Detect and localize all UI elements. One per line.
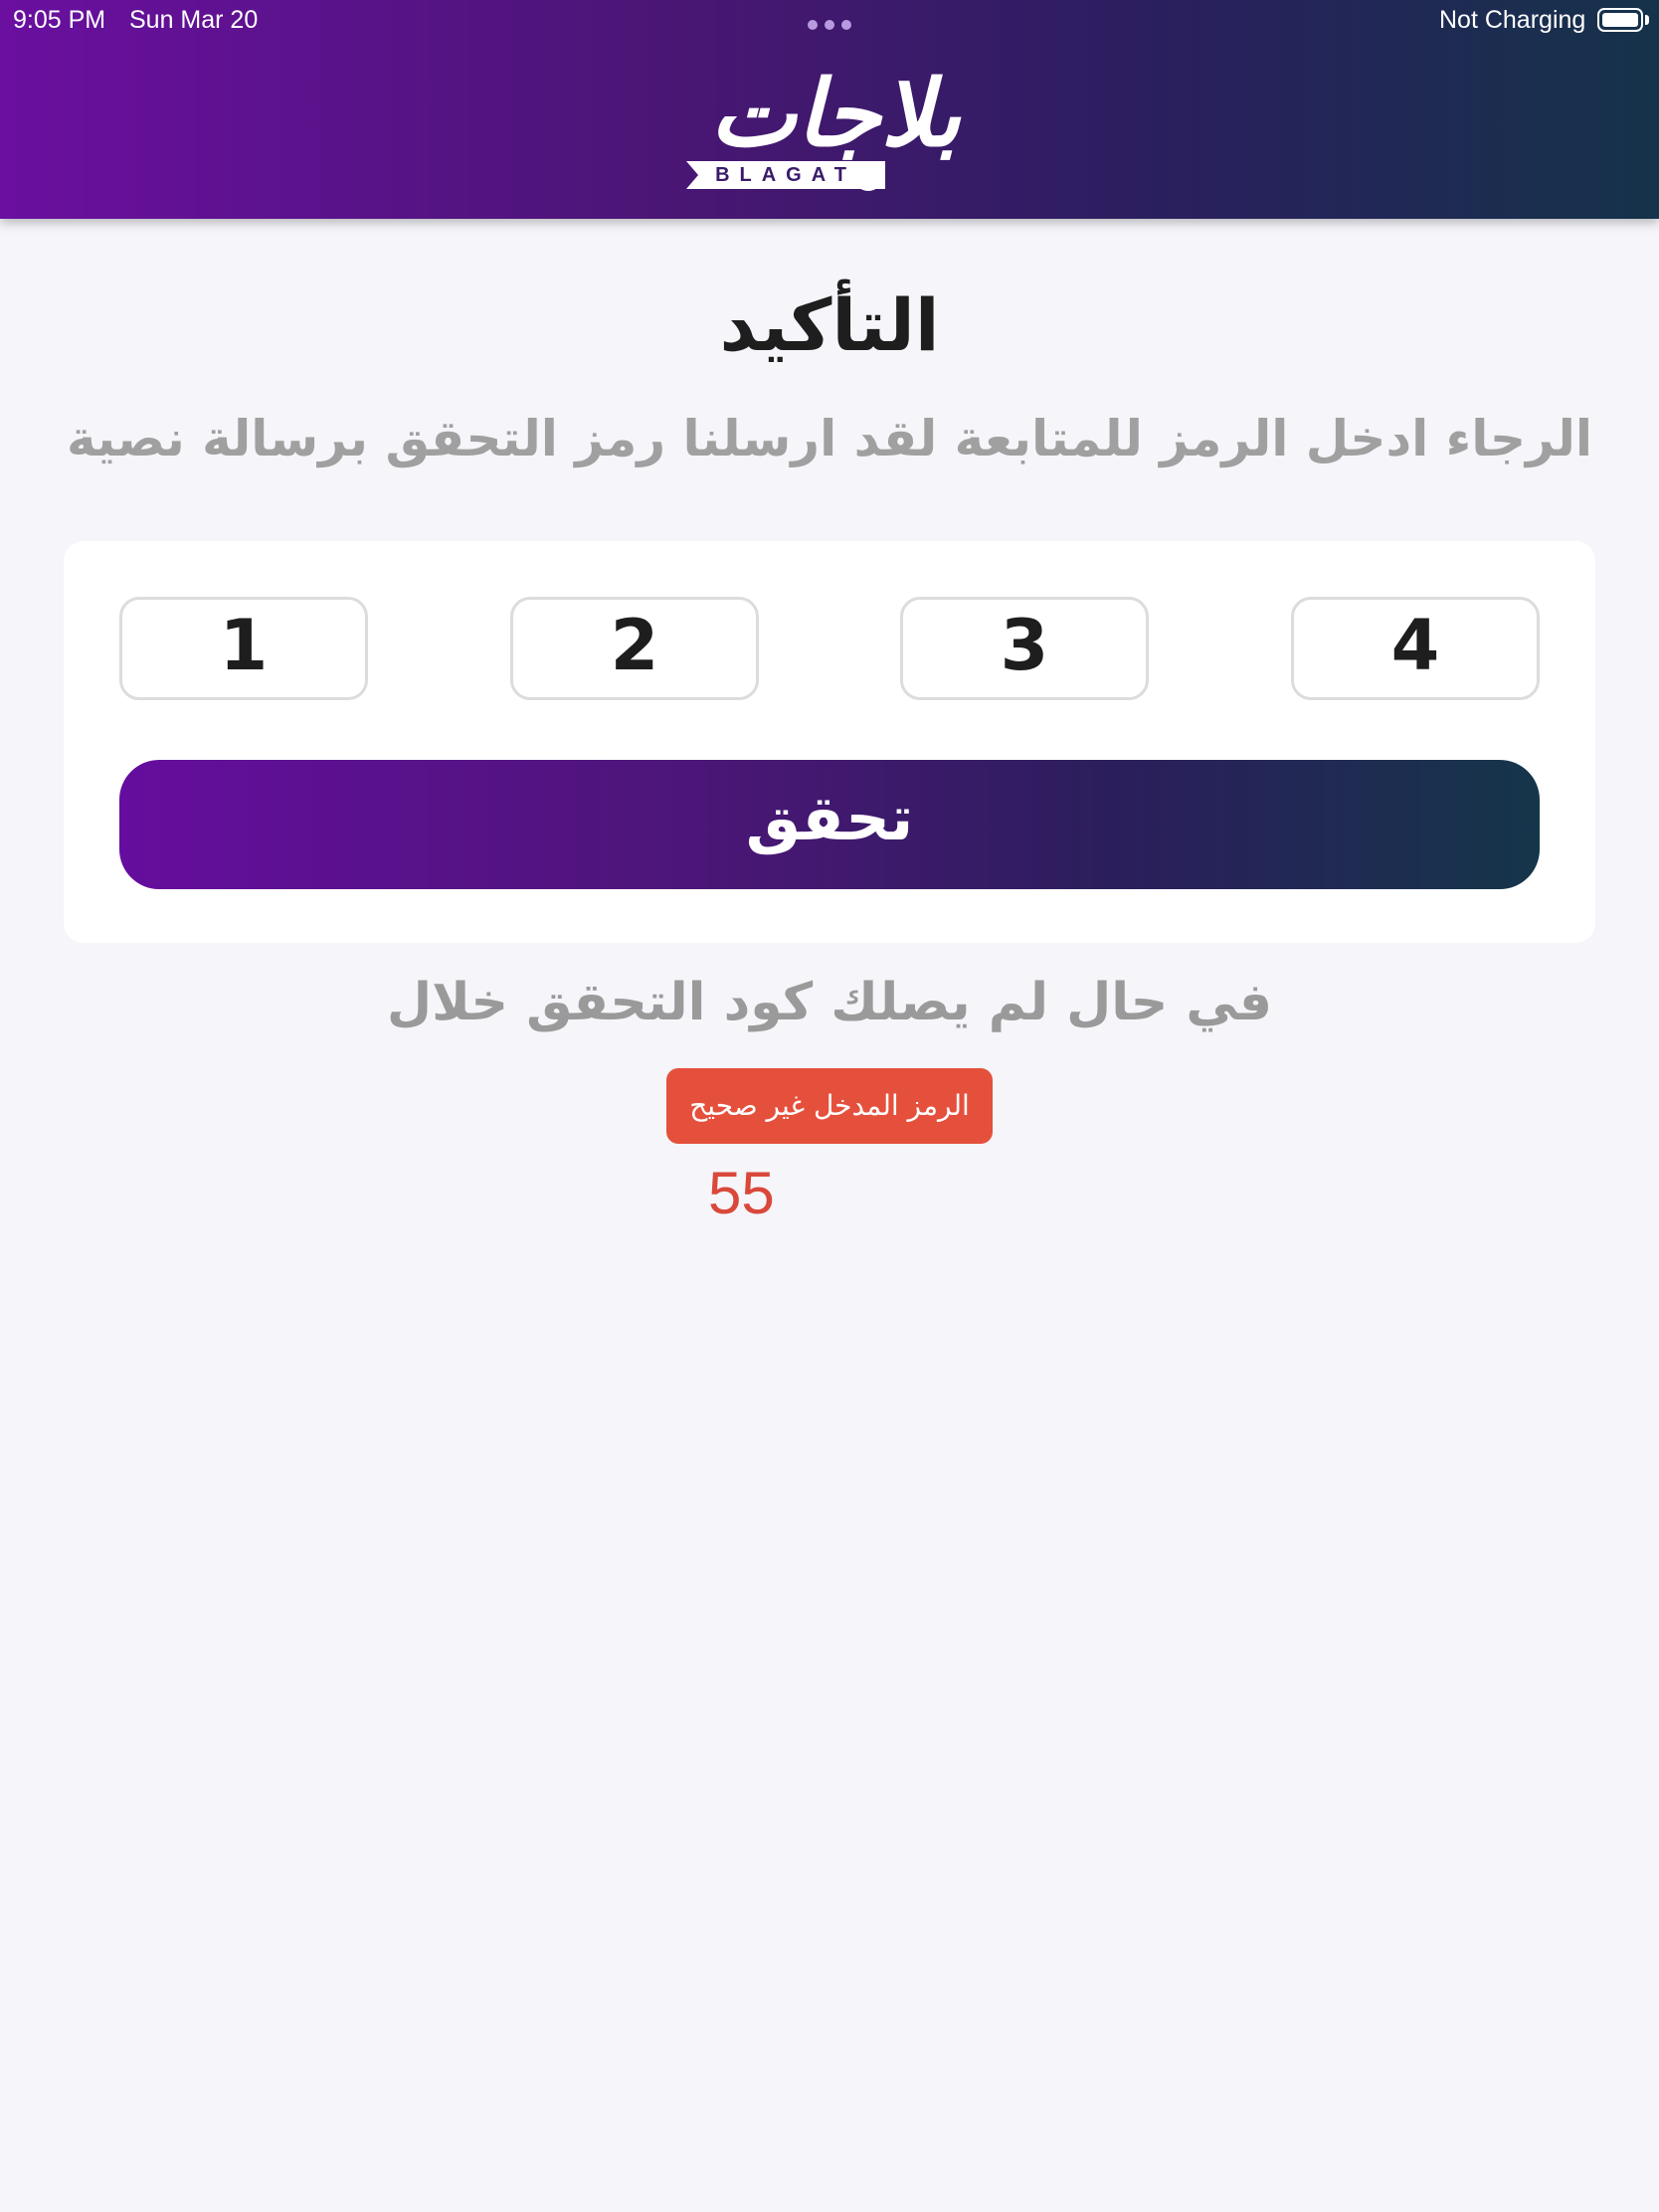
logo-arabic-text: بلاجات xyxy=(709,61,961,167)
verification-screen: 9:05 PM Sun Mar 20 Not Charging بلاجات B… xyxy=(0,0,1659,2212)
battery-icon xyxy=(1597,8,1643,32)
otp-card: 1 2 3 4 تحقق xyxy=(64,541,1595,943)
otp-digit-3[interactable]: 3 xyxy=(900,597,1149,700)
otp-digit-1[interactable]: 1 xyxy=(119,597,368,700)
charging-status: Not Charging xyxy=(1439,6,1586,34)
resend-info-text: في حال لم يصلك كود التحقق خلال xyxy=(386,973,1273,1032)
status-bar: 9:05 PM Sun Mar 20 Not Charging xyxy=(0,0,1659,44)
multitasking-dots-icon[interactable] xyxy=(808,20,851,30)
app-logo: بلاجات BLAGAT xyxy=(676,50,995,199)
status-time: 9:05 PM xyxy=(13,6,106,34)
countdown-timer: 55 xyxy=(708,1160,775,1226)
page-title: التأكيد xyxy=(719,283,940,367)
page-subtitle: الرجاء ادخل الرمز للمتابعة لقد ارسلنا رم… xyxy=(66,410,1593,467)
battery-cap xyxy=(1645,15,1649,25)
otp-digit-4[interactable]: 4 xyxy=(1291,597,1540,700)
otp-digit-2[interactable]: 2 xyxy=(510,597,759,700)
status-date: Sun Mar 20 xyxy=(129,6,259,34)
app-header: 9:05 PM Sun Mar 20 Not Charging بلاجات B… xyxy=(0,0,1659,219)
logo-dot xyxy=(853,161,883,191)
error-toast: الرمز المدخل غير صحيح xyxy=(666,1068,993,1144)
verify-button[interactable]: تحقق xyxy=(119,760,1540,889)
